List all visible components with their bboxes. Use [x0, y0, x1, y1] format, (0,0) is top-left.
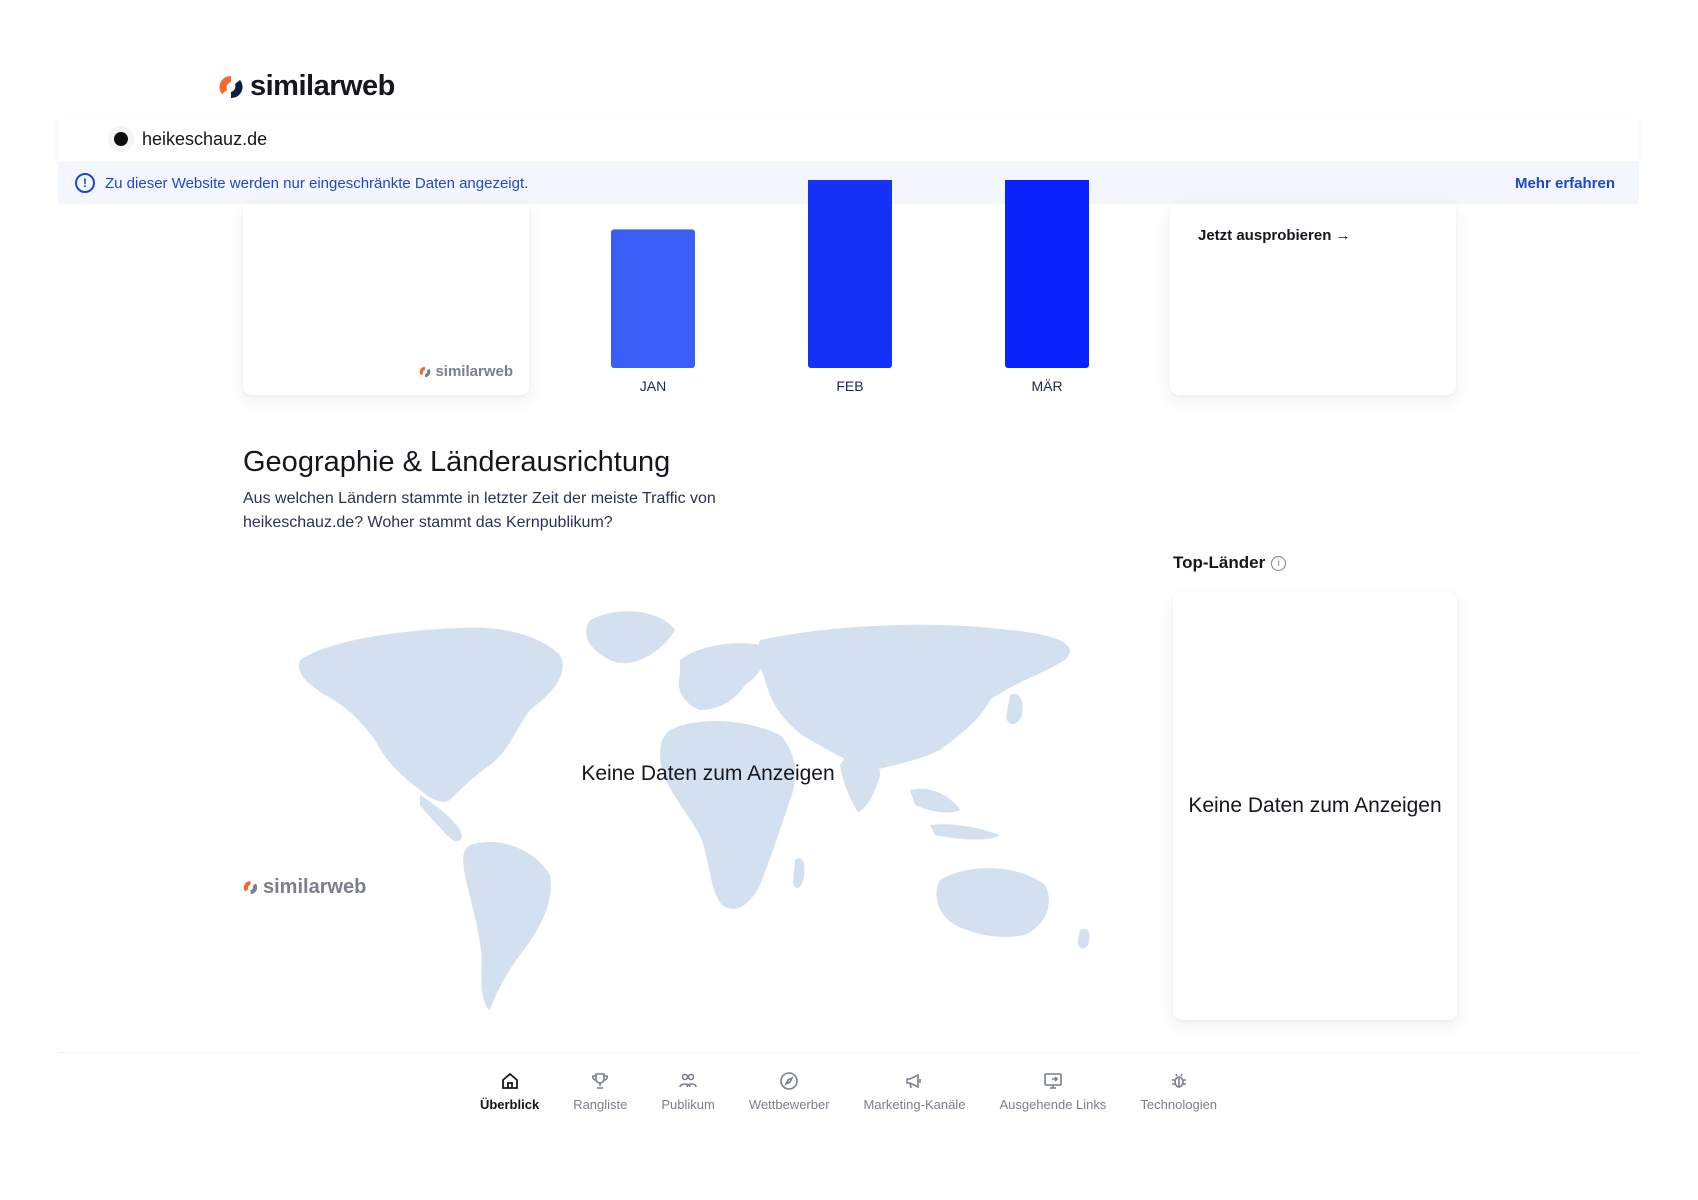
chart-bar-jan[interactable] — [611, 229, 695, 368]
chart-x-tick-label: MÄR — [1031, 378, 1062, 394]
chart-x-tick-label: JAN — [640, 378, 666, 394]
similarweb-logo-icon — [420, 366, 431, 377]
info-icon[interactable]: i — [1271, 555, 1287, 571]
map-land — [299, 611, 1090, 1010]
chart-bar-feb[interactable] — [808, 180, 892, 368]
monitor-link-icon — [1044, 1073, 1062, 1089]
try-now-link[interactable]: Jetzt ausprobieren → — [1198, 227, 1351, 244]
learn-more-link[interactable]: Mehr erfahren — [1515, 175, 1615, 192]
bug-icon — [1171, 1073, 1186, 1088]
nav-item-audience[interactable]: Publikum — [644, 1053, 731, 1133]
nav-item-label: Rangliste — [573, 1097, 628, 1112]
brand-name: similarweb — [250, 70, 395, 102]
card-watermark-logo: similarweb — [419, 363, 513, 380]
top-countries-empty-state: Keine Daten zum Anzeigen — [1188, 794, 1442, 817]
geography-title: Geographie & Länderausrichtung — [243, 446, 671, 478]
nav-item-label: Ausgehende Links — [999, 1097, 1107, 1112]
nav-item-overview[interactable]: Überblick — [463, 1053, 556, 1133]
brand-logo[interactable]: similarweb — [218, 70, 395, 103]
info-alert-icon: ! — [75, 173, 95, 193]
chart-x-tick-label: FEB — [836, 378, 863, 394]
megaphone-icon — [906, 1073, 922, 1089]
nav-item-outgoing-links[interactable]: Ausgehende Links — [982, 1053, 1123, 1133]
world-map — [299, 611, 1090, 1010]
compass-icon — [780, 1072, 799, 1090]
users-icon — [679, 1073, 697, 1088]
nav-item-label: Überblick — [479, 1097, 540, 1112]
top-countries-label: Top-Länder — [1173, 553, 1266, 572]
nav-item-label: Marketing-Kanäle — [863, 1097, 966, 1112]
right-card: Jetzt ausprobieren → — [1170, 205, 1456, 395]
trophy-icon — [592, 1073, 609, 1089]
top-countries-card: Keine Daten zum Anzeigen — [1173, 592, 1457, 1020]
nav-item-competitors[interactable]: Wettbewerber — [732, 1053, 847, 1133]
nav-item-ranking[interactable]: Rangliste — [556, 1053, 644, 1133]
nav-item-label: Technologien — [1140, 1097, 1218, 1112]
nav-item-label: Publikum — [661, 1097, 715, 1112]
visits-bar-chart: JAN FEB MÄR — [611, 180, 1089, 394]
map-empty-state: Keine Daten zum Anzeigen — [581, 762, 835, 785]
similarweb-logo-icon — [219, 75, 243, 98]
card-watermark-text: similarweb — [435, 363, 513, 380]
site-domain[interactable]: heikeschauz.de — [142, 129, 267, 150]
map-watermark-text: similarweb — [263, 876, 367, 898]
geography-description: Aus welchen Ländern stammte in letzter Z… — [243, 490, 716, 531]
bottom-nav: Überblick Rangliste Publikum Wettbewerbe… — [58, 1052, 1639, 1133]
site-favicon — [114, 132, 128, 146]
top-countries-title: Top-Länder i — [1173, 553, 1287, 573]
left-card: similarweb — [243, 205, 529, 395]
notice-text: Zu dieser Website werden nur eingeschrän… — [105, 174, 529, 192]
similarweb-logo-icon — [243, 881, 258, 894]
map-watermark-logo: similarweb — [243, 876, 366, 899]
home-icon — [501, 1072, 518, 1089]
nav-item-label: Wettbewerber — [748, 1097, 830, 1112]
chart-bar-mär[interactable] — [1005, 180, 1089, 368]
nav-item-marketing-channels[interactable]: Marketing-Kanäle — [847, 1053, 983, 1133]
nav-item-technologies[interactable]: Technologien — [1123, 1053, 1234, 1133]
site-bar: heikeschauz.de — [58, 117, 1639, 161]
